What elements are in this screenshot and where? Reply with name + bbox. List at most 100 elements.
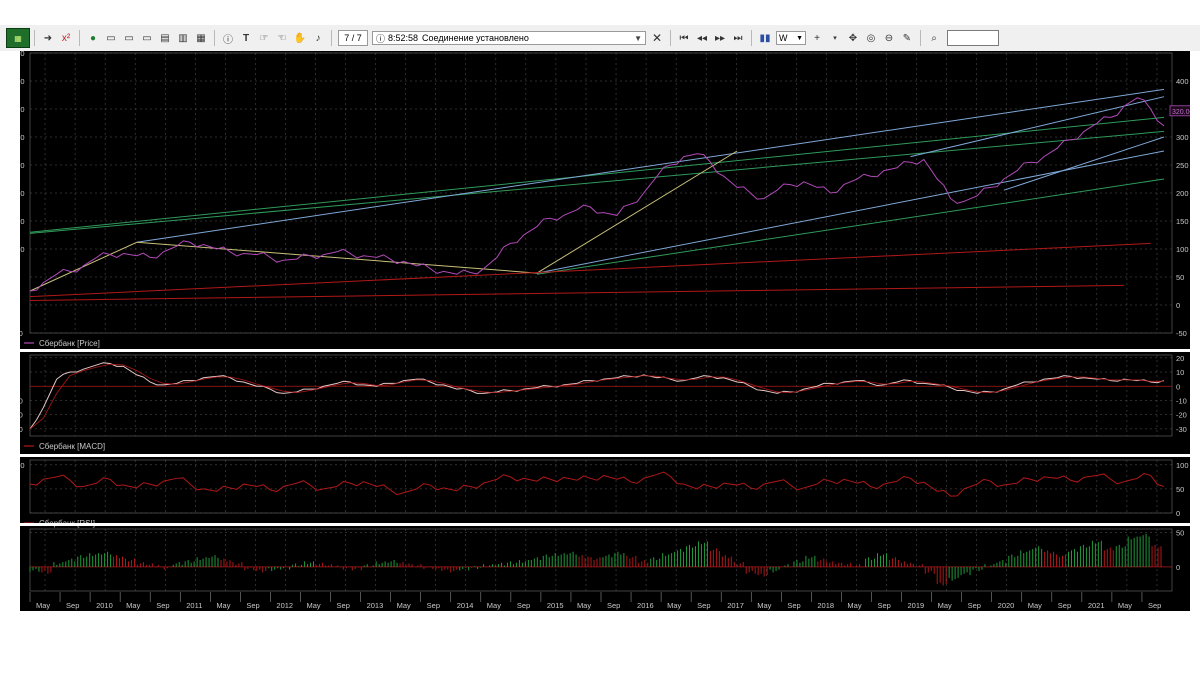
toolbar: ▦ ➜ x² ● ▭ ▭ ▭ ▤ ▥ ▦ ⓘ T ☞ ☜ ✋ ♪ 7 / 7 ⓘ… xyxy=(0,25,1200,51)
y-tick-label-left: 100 xyxy=(20,245,25,254)
y-tick-label-right: 250 xyxy=(1176,161,1189,170)
trendline xyxy=(29,284,1124,302)
time-axis-label: 2010 xyxy=(96,601,113,610)
time-axis-label: Sep xyxy=(1058,601,1071,610)
signal-line xyxy=(29,363,1164,430)
y-tick-label-right: -30 xyxy=(1176,425,1187,434)
time-axis-label: Sep xyxy=(1148,601,1161,610)
search-icon[interactable]: ⌕ xyxy=(927,31,941,45)
next-icon[interactable]: ▸▸ xyxy=(713,31,727,45)
chevron-down-icon: ▼ xyxy=(796,34,803,42)
y-tick-label-right: 100 xyxy=(1176,461,1189,470)
time-axis-label: 2015 xyxy=(547,601,564,610)
time-axis-label: Sep xyxy=(66,601,79,610)
series-line xyxy=(29,97,1165,292)
time-axis-label: May xyxy=(847,601,861,610)
close-icon[interactable]: ✕ xyxy=(650,31,664,45)
y-tick-label-left: 100 xyxy=(20,461,25,470)
chevron-down-icon[interactable]: ▼ xyxy=(634,34,642,43)
y-tick-label-right: 50 xyxy=(1176,528,1184,537)
y-tick-label-left: 250 xyxy=(20,161,25,170)
bell-icon[interactable]: ♪ xyxy=(311,31,325,45)
chart-area[interactable]: 450400350300250200150100500-504003503002… xyxy=(20,51,1190,611)
y-tick-label-left: -50 xyxy=(20,329,23,338)
time-axis-label: May xyxy=(1118,601,1132,610)
series-line xyxy=(29,362,1165,430)
save-icon[interactable]: ▦ xyxy=(194,31,208,45)
crosshair-icon[interactable]: + xyxy=(810,31,824,45)
x-red-icon[interactable]: x² xyxy=(59,31,73,45)
y-tick-label-right: 0 xyxy=(1176,509,1180,518)
info-icon[interactable]: ⓘ xyxy=(221,31,235,46)
trendline xyxy=(536,150,738,274)
toolbar-separator xyxy=(34,30,35,46)
panel-divider xyxy=(20,349,1190,352)
pencil-icon[interactable]: ✎ xyxy=(900,31,914,45)
bars-icon[interactable]: ▮▮ xyxy=(758,31,772,45)
move-icon[interactable]: ✥ xyxy=(846,31,860,45)
panel-divider xyxy=(20,523,1190,526)
last-icon[interactable]: ⏭ xyxy=(731,31,745,45)
search-input[interactable] xyxy=(947,30,999,46)
prev-icon[interactable]: ◂◂ xyxy=(695,31,709,45)
y-tick-label-right: 100 xyxy=(1176,245,1189,254)
time-axis-label: May xyxy=(1028,601,1042,610)
trendline xyxy=(536,150,1165,274)
time-axis-label: Sep xyxy=(427,601,440,610)
info-icon: ⓘ xyxy=(376,33,386,44)
app-logo-icon[interactable]: ▦ xyxy=(6,28,30,48)
y-tick-label-right: -10 xyxy=(1176,396,1187,405)
chevron-down-icon[interactable]: ▾ xyxy=(828,31,842,45)
time-axis-label: 2021 xyxy=(1088,601,1105,610)
time-axis-label: 2016 xyxy=(637,601,654,610)
time-axis-label: May xyxy=(306,601,320,610)
status-time: 8:52:58 xyxy=(388,33,419,43)
window2-icon[interactable]: ▭ xyxy=(122,31,136,45)
y-tick-label-right: 0 xyxy=(1176,382,1180,391)
minus-circle-icon[interactable]: ⊖ xyxy=(882,31,896,45)
time-axis-label: May xyxy=(126,601,140,610)
toolbar-separator xyxy=(79,30,80,46)
time-axis-label: Sep xyxy=(787,601,800,610)
new-chart-icon[interactable]: ● xyxy=(86,31,100,45)
print-icon[interactable]: ▤ xyxy=(158,31,172,45)
arrow-right-icon[interactable]: ➜ xyxy=(41,31,55,45)
toolbar-separator xyxy=(331,30,332,46)
window3-icon[interactable]: ▭ xyxy=(140,31,154,45)
text-icon[interactable]: T xyxy=(239,31,253,45)
first-icon[interactable]: ⏮ xyxy=(677,31,691,45)
time-axis-label: Sep xyxy=(877,601,890,610)
hand2-icon[interactable]: ☜ xyxy=(275,31,289,45)
y-tick-label-right: 50 xyxy=(1176,273,1184,282)
time-axis-label: Sep xyxy=(246,601,259,610)
time-axis-label: May xyxy=(938,601,952,610)
copy-icon[interactable]: ▥ xyxy=(176,31,190,45)
y-tick-label-left: 350 xyxy=(20,105,25,114)
period-select[interactable]: W ▼ xyxy=(776,31,806,45)
panel-frame xyxy=(29,528,1173,592)
panel-frame xyxy=(29,459,1173,514)
y-tick-label-right: 200 xyxy=(1176,189,1189,198)
window-icon[interactable]: ▭ xyxy=(104,31,118,45)
connection-status-select[interactable]: ⓘ 8:52:58 Соединение установлено ▼ xyxy=(372,31,646,45)
y-tick-label-right: 20 xyxy=(1176,354,1184,363)
window-counter[interactable]: 7 / 7 xyxy=(338,30,368,46)
y-tick-label-left: -20 xyxy=(20,411,23,420)
time-axis-label: 2017 xyxy=(727,601,744,610)
panel-divider xyxy=(20,454,1190,457)
legend-label: Сбербанк [MACD] xyxy=(39,442,105,451)
legend-label: Сбербанк [Price] xyxy=(39,339,100,348)
hand3-icon[interactable]: ✋ xyxy=(293,31,307,45)
time-axis-label: May xyxy=(757,601,771,610)
y-tick-label-left: 150 xyxy=(20,217,25,226)
y-tick-label-right: 300 xyxy=(1176,133,1189,142)
hand-icon[interactable]: ☞ xyxy=(257,31,271,45)
time-axis-label: Sep xyxy=(607,601,620,610)
last-price-label: 320.00 xyxy=(1172,109,1190,116)
toolbar-separator xyxy=(751,30,752,46)
time-axis-label: Sep xyxy=(337,601,350,610)
target-icon[interactable]: ◎ xyxy=(864,31,878,45)
chart-canvas[interactable]: 450400350300250200150100500-504003503002… xyxy=(20,51,1190,611)
y-tick-label-right: 50 xyxy=(1176,485,1184,494)
y-tick-label-left: 200 xyxy=(20,189,25,198)
